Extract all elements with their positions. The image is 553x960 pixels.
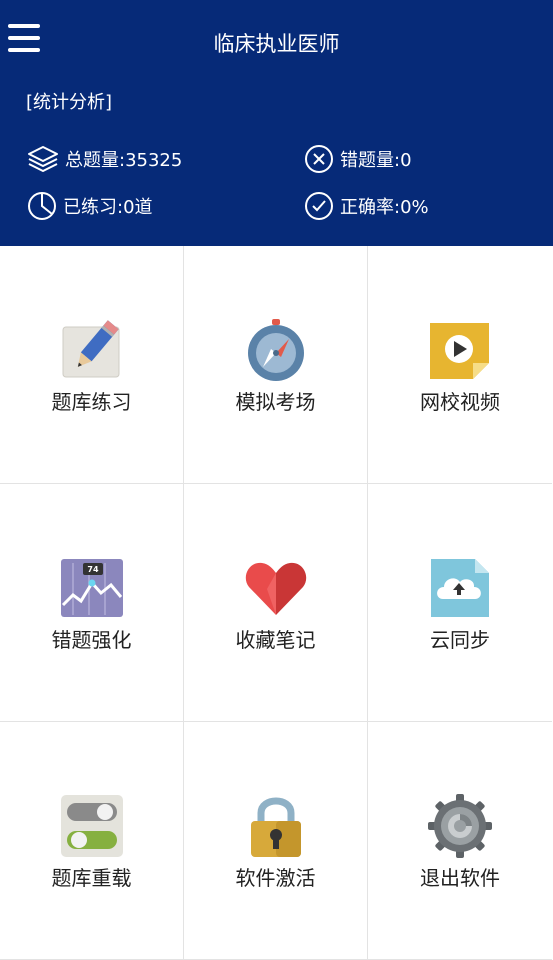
stat-wrong: 错题量:0 [304, 144, 412, 174]
pencil-paper-icon [62, 320, 120, 378]
stat-accuracy-text: 正确率:0% [340, 197, 429, 218]
clock-pie-icon [28, 192, 56, 220]
menu-exit-software[interactable]: 退出软件 [368, 722, 552, 960]
menu-online-videos[interactable]: 网校视频 [368, 246, 552, 484]
menu-label: 题库练习 [51, 390, 132, 414]
stat-accuracy: 正确率:0% [304, 191, 429, 221]
menu-label: 题库重载 [51, 866, 132, 890]
header-panel: 临床执业医师 [统计分析] 总题量:35325 错题量:0 已练习:0道 正确率… [0, 0, 553, 246]
menu-label: 收藏笔记 [235, 628, 316, 652]
layers-icon [28, 146, 58, 172]
menu-grid: 题库练习 模拟考场 网校视频 74 错题强化 收藏笔记 云同步 题库重载 软件激… [0, 246, 553, 960]
check-circle-icon [305, 192, 333, 220]
stat-total-text: 总题量:35325 [65, 150, 183, 171]
menu-mock-exam[interactable]: 模拟考场 [184, 246, 368, 484]
chart-icon-value: 74 [87, 565, 99, 574]
compass-icon [248, 319, 304, 381]
menu-label: 云同步 [430, 628, 490, 652]
toggle-switch-icon [61, 795, 123, 857]
menu-label: 错题强化 [51, 628, 132, 652]
menu-label: 模拟考场 [235, 390, 316, 414]
stat-practiced-text: 已练习:0道 [63, 197, 153, 218]
chart-icon: 74 [61, 559, 123, 617]
menu-cloud-sync[interactable]: 云同步 [368, 484, 552, 722]
stat-wrong-text: 错题量:0 [340, 150, 412, 171]
gear-icon [428, 794, 492, 858]
menu-favorite-notes[interactable]: 收藏笔记 [184, 484, 368, 722]
menu-activate-software[interactable]: 软件激活 [184, 722, 368, 960]
stats-section-label: [统计分析] [26, 92, 113, 113]
menu-reload-question-bank[interactable]: 题库重载 [0, 722, 184, 960]
stat-total: 总题量:35325 [27, 144, 182, 174]
close-circle-icon [305, 145, 333, 173]
menu-question-bank-practice[interactable]: 题库练习 [0, 246, 184, 484]
heart-icon [245, 562, 307, 615]
padlock-icon [251, 797, 301, 857]
menu-label: 软件激活 [235, 866, 316, 890]
menu-label: 退出软件 [420, 866, 500, 890]
stat-practiced: 已练习:0道 [27, 191, 153, 221]
page-title: 临床执业医师 [213, 32, 340, 56]
menu-label: 网校视频 [420, 390, 500, 414]
menu-wrong-question-review[interactable]: 74 错题强化 [0, 484, 184, 722]
video-play-icon [430, 323, 489, 379]
cloud-upload-icon [431, 559, 489, 617]
